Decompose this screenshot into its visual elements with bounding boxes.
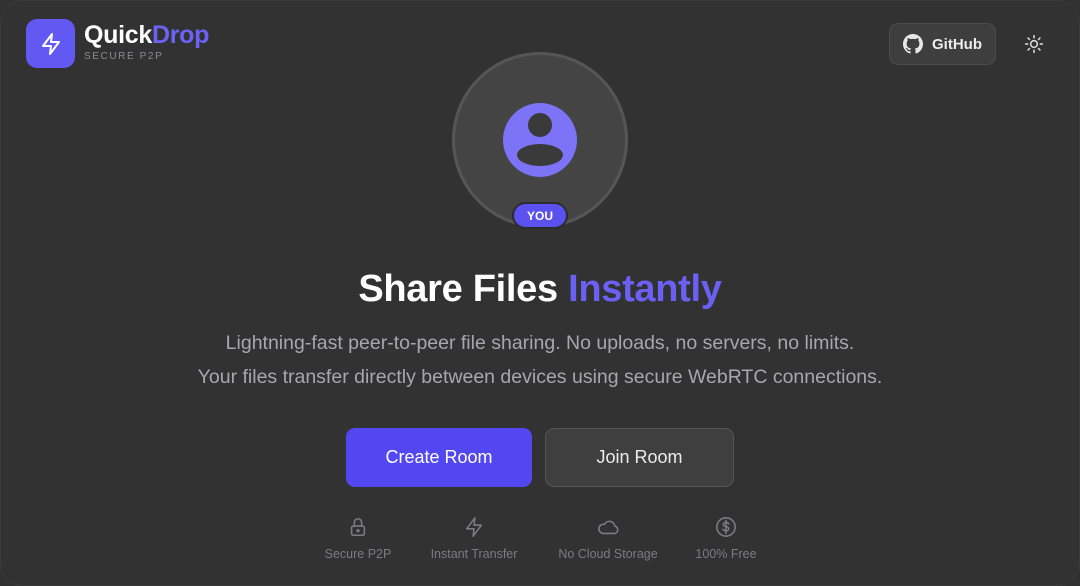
feature-label: 100% Free — [695, 547, 757, 561]
feature-free: 100% Free — [690, 515, 762, 561]
cloud-icon — [598, 520, 619, 535]
feature-no-cloud-storage: No Cloud Storage — [551, 515, 665, 561]
join-room-button[interactable]: Join Room — [545, 428, 734, 487]
lightning-icon — [465, 517, 483, 537]
create-room-button[interactable]: Create Room — [346, 428, 532, 487]
feature-secure-p2p: Secure P2P — [318, 515, 398, 561]
lightning-icon — [41, 32, 60, 55]
brand-tagline: SECURE P2P — [84, 51, 164, 62]
feature-label: No Cloud Storage — [558, 547, 658, 561]
github-icon — [903, 34, 923, 54]
user-icon-head — [528, 113, 552, 137]
github-button[interactable]: GitHub — [889, 23, 996, 65]
hero-description-line-1: Lightning-fast peer-to-peer file sharing… — [225, 332, 855, 354]
feature-label: Secure P2P — [324, 547, 392, 561]
user-icon — [503, 103, 577, 177]
brand: QuickDrop SECURE P2P — [84, 20, 209, 62]
github-label: GitHub — [932, 35, 982, 53]
page-title: Share Files Instantly — [358, 268, 722, 310]
brand-name: QuickDrop — [84, 21, 210, 49]
theme-toggle-button[interactable] — [1018, 28, 1050, 60]
app-window: QuickDrop SECURE P2P GitHub YOU Share Fi… — [0, 0, 1080, 586]
user-icon-body — [517, 144, 563, 166]
feature-instant-transfer: Instant Transfer — [422, 515, 526, 561]
feature-label: Instant Transfer — [430, 547, 518, 561]
logo[interactable] — [26, 19, 75, 68]
dollar-icon — [716, 517, 736, 537]
hero-description-line-2: Your files transfer directly between dev… — [197, 366, 883, 388]
sun-icon — [1024, 34, 1044, 54]
you-badge: YOU — [512, 202, 568, 229]
lock-icon — [350, 517, 366, 537]
